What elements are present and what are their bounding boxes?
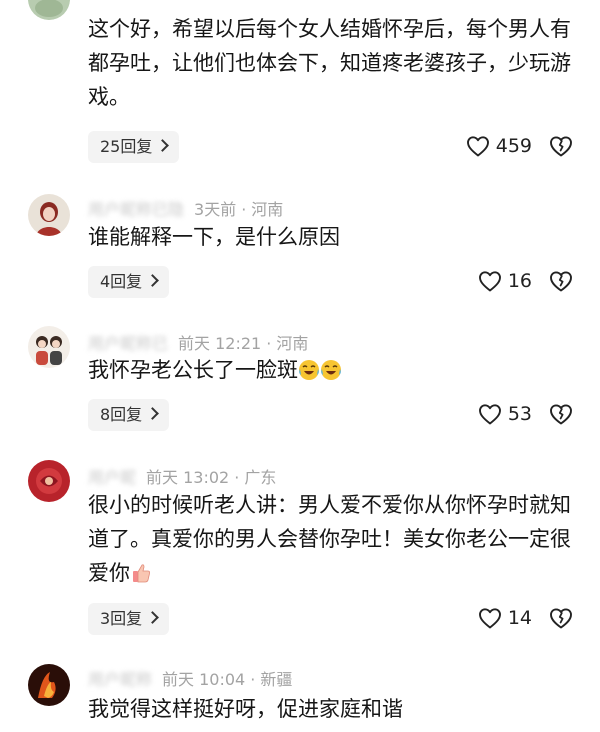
view-replies-button[interactable]: 25回复 [88,131,180,163]
comment-list: 这个好，希望以后每个女人结婚怀孕后，每个男人有都孕吐，让他们也体会下，知道疼老婆… [0,0,600,732]
comment-text: 很小的时候听老人讲：男人爱不爱你从你怀孕时就知道了。真爱你的男人会替你孕吐！美女… [88,488,578,590]
username[interactable]: 用户昵 [88,464,136,488]
comment-meta: 用户昵称已隐 3天前 · 河南 [88,196,283,220]
broken-heart-icon [550,136,572,157]
avatar[interactable] [28,460,70,502]
replies-count: 8回复 [100,405,143,424]
broken-heart-icon [550,608,572,629]
replies-count: 4回复 [100,272,143,291]
chevron-right-icon [146,611,160,624]
avatar[interactable] [28,326,70,368]
like-count: 459 [495,135,532,157]
comment-time: 3天前 [194,200,237,219]
like-count: 53 [507,403,532,425]
avatar[interactable] [28,194,70,236]
heart-icon [478,608,501,629]
dislike-button[interactable] [548,605,574,631]
like-button[interactable]: 459 [466,130,532,162]
comment-location: 河南 [251,200,284,219]
comment-text: 这个好，希望以后每个女人结婚怀孕后，每个男人有都孕吐，让他们也体会下，知道疼老婆… [88,17,571,109]
replies-count: 3回复 [100,609,143,628]
dislike-button[interactable] [548,133,574,159]
comment-meta: 用户昵 前天 13:02 · 广东 [88,464,276,488]
dislike-button[interactable] [548,401,574,427]
comment-location: 新疆 [260,670,293,689]
comment-time: 前天 10:04 [162,670,246,689]
laughing-crying-emoji [298,359,320,381]
comment-meta: 用户昵称 前天 10:04 · 新疆 [88,666,292,690]
chevron-right-icon [146,274,160,287]
like-count: 14 [507,607,532,629]
like-button[interactable]: 53 [478,398,532,430]
heart-icon [466,136,489,157]
comment-text: 我怀孕老公长了一脸斑 [88,353,578,387]
dislike-button[interactable] [548,268,574,294]
laughing-crying-emoji [320,359,342,381]
thumbs-up-emoji [130,562,152,584]
chevron-right-icon [146,407,160,420]
replies-count: 25回复 [100,137,153,156]
comment-text: 我觉得这样挺好呀，促进家庭和谐 [88,697,403,721]
username[interactable]: 用户昵称已 [88,330,168,354]
comment-time: 前天 12:21 [178,334,262,353]
view-replies-button[interactable]: 4回复 [88,266,170,298]
comment-text-content: 很小的时候听老人讲：男人爱不爱你从你怀孕时就知道了。真爱你的男人会替你孕吐！美女… [88,493,571,585]
like-count: 16 [507,270,532,292]
broken-heart-icon [550,404,572,425]
like-button[interactable]: 16 [478,265,532,297]
comment-meta: 用户昵称已 前天 12:21 · 河南 [88,330,308,354]
view-replies-button[interactable]: 3回复 [88,603,170,635]
username[interactable]: 用户昵称已隐 [88,196,184,220]
view-replies-button[interactable]: 8回复 [88,399,170,431]
comment-location: 广东 [244,468,277,487]
comment-text-content: 我怀孕老公长了一脸斑 [88,358,298,382]
chevron-right-icon [156,139,170,152]
broken-heart-icon [550,271,572,292]
avatar[interactable] [28,664,70,706]
heart-icon [478,271,501,292]
comment-location: 河南 [276,334,309,353]
heart-icon [478,404,501,425]
username[interactable]: 用户昵称 [88,666,152,690]
like-button[interactable]: 14 [478,602,532,634]
comment-text: 谁能解释一下，是什么原因 [88,225,340,249]
comment-time: 前天 13:02 [146,468,230,487]
avatar[interactable] [28,0,70,20]
